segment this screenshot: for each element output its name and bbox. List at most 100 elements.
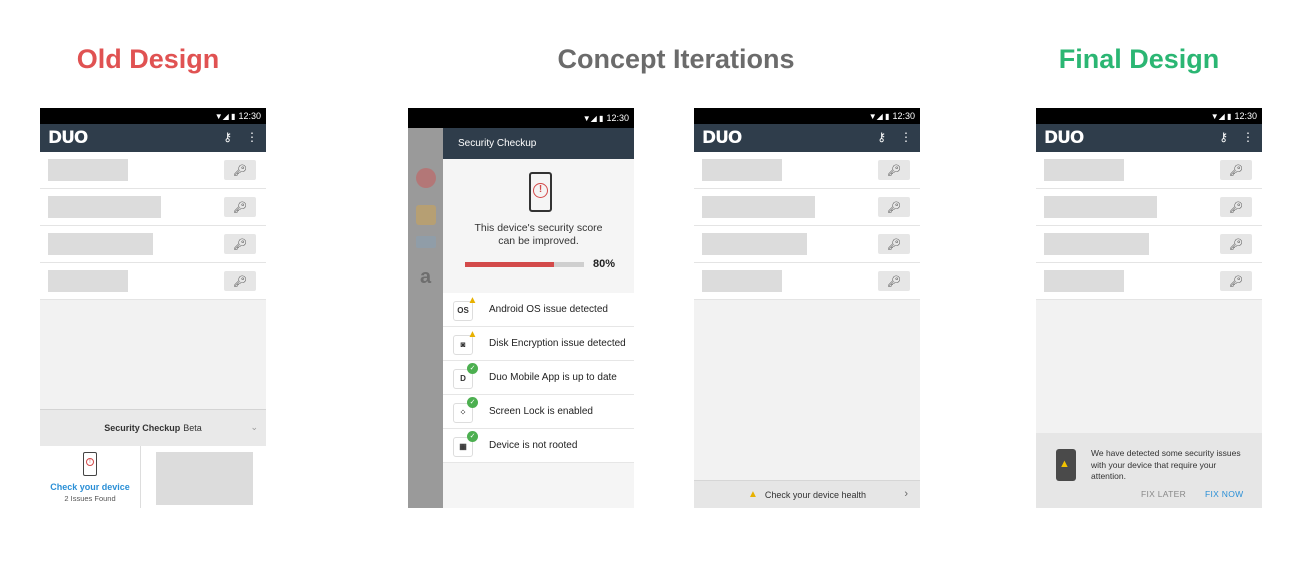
passcode-button[interactable]: 🔑︎ [878,160,910,180]
key-icon: 🔑︎ [1229,201,1243,214]
key-icon: 🔑︎ [233,238,247,251]
account-row[interactable]: 🔑︎ [40,226,266,263]
final-design-heading: Final Design [1058,44,1220,74]
status-time: 12:30 [892,111,915,121]
account-row[interactable]: 🔑︎ [694,226,920,263]
signal-icon: ▼◢ ▮ [1210,111,1232,121]
account-row[interactable]: 🔑︎ [40,189,266,226]
app-ghost-icon [416,168,436,188]
account-row[interactable]: 🔑︎ [1036,189,1262,226]
check-list: OS ▲ Android OS issue detected ◙ ▲ Disk … [443,293,634,463]
passcode-button[interactable]: 🔑︎ [224,197,256,217]
security-checkup-sheet: Security Checkup Beta ⌄ ! Check your dev… [40,409,266,508]
account-name-placeholder [48,159,128,181]
duo-logo: DUO [702,128,742,148]
account-row[interactable]: 🔑︎ [40,152,266,189]
final-design-screen: ▼◢ ▮ 12:30 DUO ⚷ ⋮ 🔑︎ 🔑︎ 🔑︎ 🔑︎ ▲ We have… [1036,108,1262,508]
account-row[interactable]: 🔑︎ [1036,226,1262,263]
account-name-placeholder [48,270,128,292]
check-row-disk-encryption[interactable]: ◙ ▲ Disk Encryption issue detected [443,327,634,361]
app-bar: DUO ⚷ ⋮ [40,124,266,152]
account-row[interactable]: 🔑︎ [1036,152,1262,189]
status-bar: ▼◢ ▮ 12:30 [408,108,634,128]
sheet-header[interactable]: Security Checkup Beta ⌄ [40,409,266,446]
add-key-icon[interactable]: ⚷ [1219,130,1228,144]
phone-alert-icon: ! [83,452,97,476]
passcode-button[interactable]: 🔑︎ [224,271,256,291]
passcode-button[interactable]: 🔑︎ [878,197,910,217]
check-row-screen-lock[interactable]: ⁘ ✓ Screen Lock is enabled [443,395,634,429]
duo-logo: DUO [48,128,88,148]
check-label: Device is not rooted [489,440,578,451]
notice-text: We have detected some security issues wi… [1091,448,1241,481]
check-device-card[interactable]: ! Check your device 2 Issues Found [40,446,141,508]
status-bar: ▼◢ ▮ 12:30 [1036,108,1262,124]
device-health-bar[interactable]: ▲ Check your device health › [694,480,920,508]
passcode-button[interactable]: 🔑︎ [1220,197,1252,217]
check-row-android-os[interactable]: OS ▲ Android OS issue detected [443,293,634,327]
account-list: 🔑︎ 🔑︎ 🔑︎ 🔑︎ [40,152,266,300]
passcode-button[interactable]: 🔑︎ [224,160,256,180]
warning-icon: ▲ [467,295,478,306]
check-row-root[interactable]: ▦ ✓ Device is not rooted [443,429,634,463]
account-name-placeholder [702,233,807,255]
phone-warning-icon: ▲ [1056,449,1076,481]
account-name-placeholder [1044,196,1157,218]
key-icon: 🔑︎ [1229,164,1243,177]
account-name-placeholder [48,196,161,218]
passcode-button[interactable]: 🔑︎ [878,234,910,254]
key-icon: 🔑︎ [1229,275,1243,288]
score-progress-fill [465,262,555,267]
check-row-duo-app[interactable]: D ✓ Duo Mobile App is up to date [443,361,634,395]
security-score-panel: ! This device's security score can be im… [443,159,634,293]
drawer-title: Security Checkup [443,128,634,159]
fix-later-button[interactable]: FIX LATER [1141,489,1186,499]
key-icon: 🔑︎ [887,201,901,214]
passcode-button[interactable]: 🔑︎ [1220,160,1252,180]
check-device-link[interactable]: Check your device [40,482,140,492]
check-icon: ✓ [467,363,478,374]
account-list: 🔑︎ 🔑︎ 🔑︎ 🔑︎ [694,152,920,300]
account-row[interactable]: 🔑︎ [1036,263,1262,300]
drawer-scrim[interactable]: a [408,128,443,508]
score-value: 80% [593,258,616,270]
overflow-menu-icon[interactable]: ⋮ [1242,130,1254,144]
signal-icon: ▼◢ ▮ [214,111,236,121]
score-text-line-1: This device's security score [474,222,603,234]
status-bar: ▼◢ ▮ 12:30 [694,108,920,124]
overflow-menu-icon[interactable]: ⋮ [246,130,258,144]
status-time: 12:30 [238,111,261,121]
check-icon: ✓ [467,397,478,408]
passcode-button[interactable]: 🔑︎ [224,234,256,254]
concept-2-screen: ▼◢ ▮ 12:30 DUO ⚷ ⋮ 🔑︎ 🔑︎ 🔑︎ 🔑︎ ▲ Check y… [694,108,920,508]
passcode-button[interactable]: 🔑︎ [1220,234,1252,254]
account-row[interactable]: 🔑︎ [694,152,920,189]
app-ghost-icon [416,205,436,225]
account-row[interactable]: 🔑︎ [40,263,266,300]
account-list: 🔑︎ 🔑︎ 🔑︎ 🔑︎ [1036,152,1262,300]
key-icon: 🔑︎ [887,275,901,288]
account-name-placeholder [1044,270,1124,292]
fix-now-button[interactable]: FIX NOW [1205,489,1243,499]
add-key-icon[interactable]: ⚷ [877,130,886,144]
status-bar: ▼◢ ▮ 12:30 [40,108,266,124]
chevron-down-icon[interactable]: ⌄ [250,422,258,433]
score-description: This device's security score can be impr… [443,222,634,248]
phone-alert-icon: ! [529,172,552,212]
account-name-placeholder [48,233,153,255]
warning-icon: ▲ [467,329,478,340]
app-ghost-icon [416,236,436,248]
passcode-button[interactable]: 🔑︎ [1220,271,1252,291]
overflow-menu-icon[interactable]: ⋮ [900,130,912,144]
device-health-label: Check your device health [764,489,866,500]
passcode-button[interactable]: 🔑︎ [878,271,910,291]
add-key-icon[interactable]: ⚷ [223,130,232,144]
key-icon: 🔑︎ [887,238,901,251]
account-row[interactable]: 🔑︎ [694,189,920,226]
app-bar: DUO ⚷ ⋮ [694,124,920,152]
card-placeholder [156,452,253,505]
account-name-placeholder [702,159,782,181]
account-row[interactable]: 🔑︎ [694,263,920,300]
sheet-title: Security Checkup [104,423,181,433]
duo-logo: DUO [1044,128,1084,148]
